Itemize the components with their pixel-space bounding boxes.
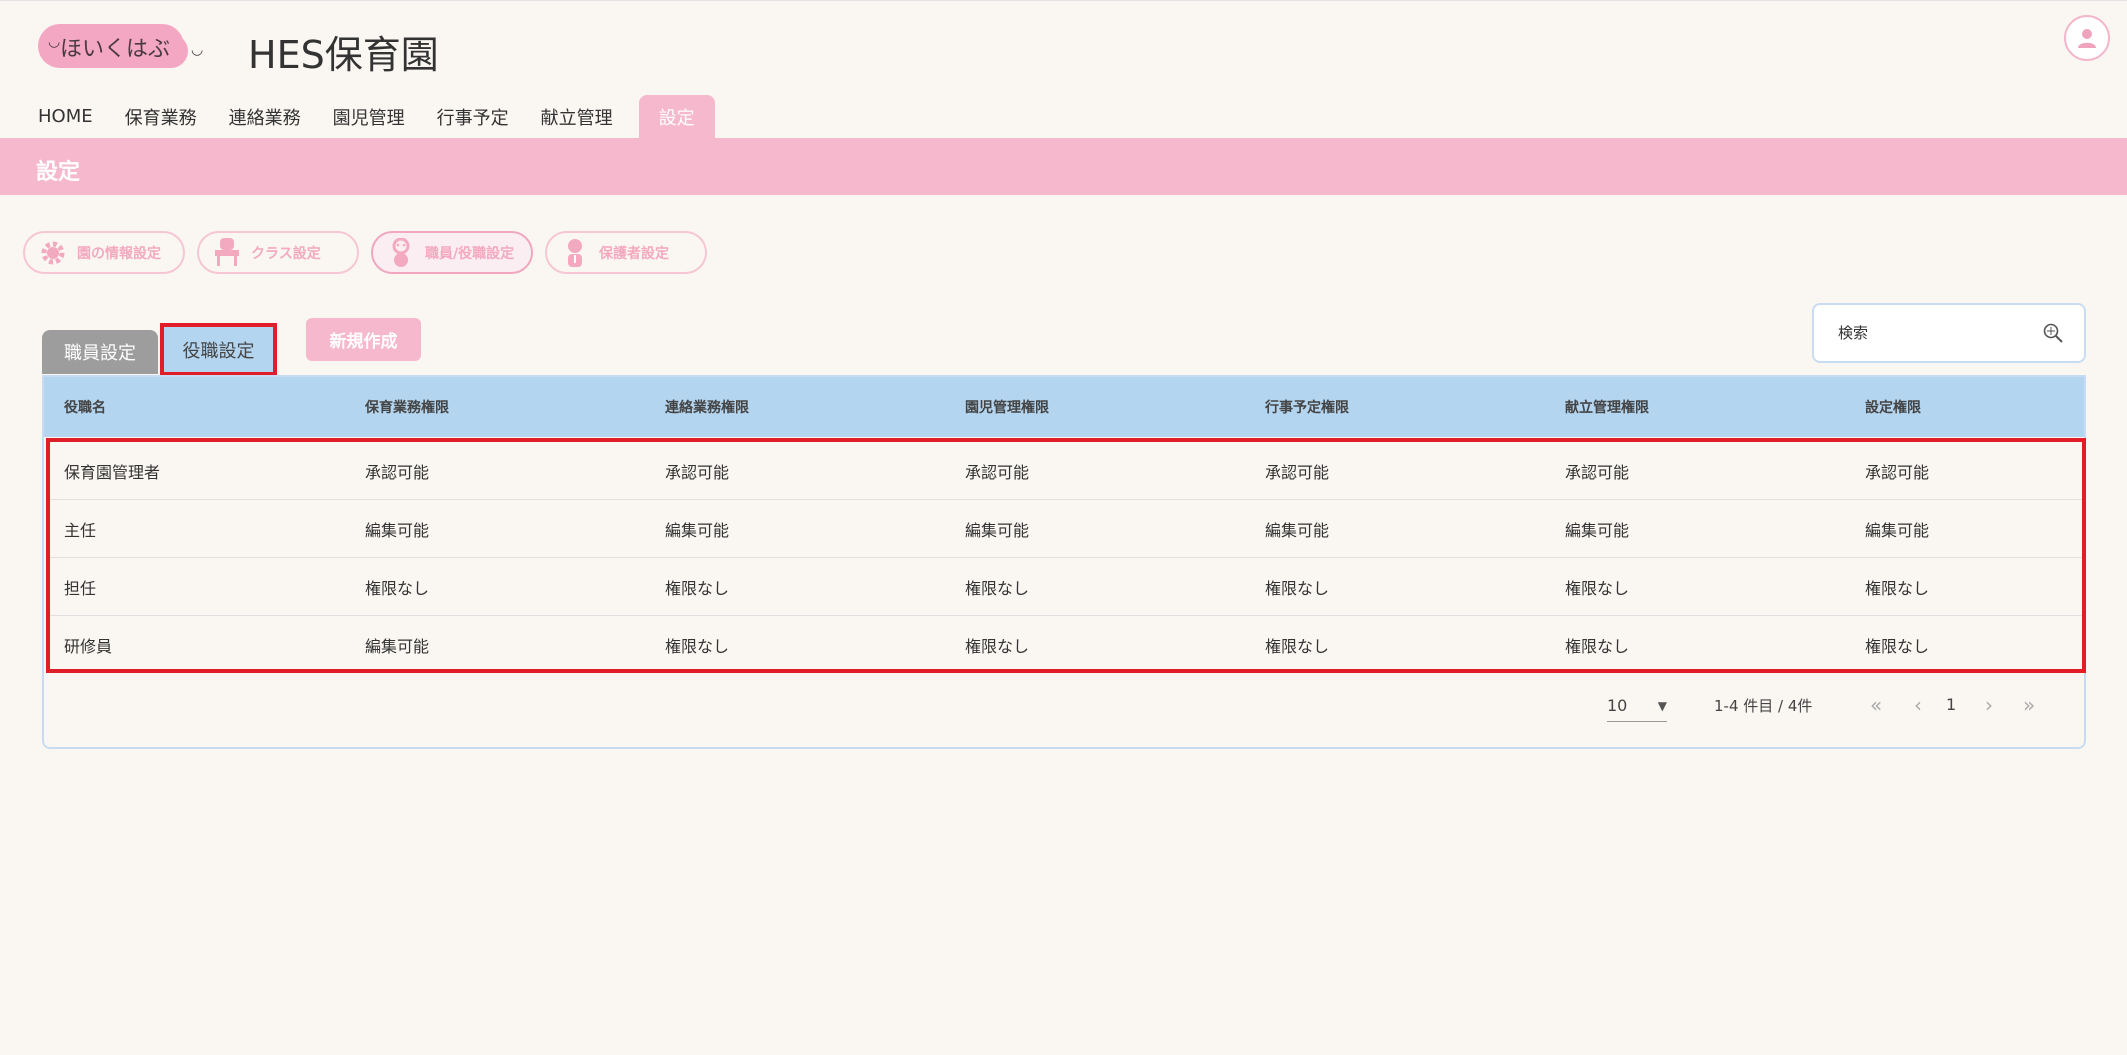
cell-permission: 編集可能 [365, 637, 430, 656]
cell-permission: 権限なし [1865, 578, 1930, 598]
role-table: 役職名 保育業務権限 連絡業務権限 園児管理権限 行事予定権限 献立管理権限 設… [42, 375, 2086, 749]
table-body: 保育園管理者 承認可能 承認可能 承認可能 承認可能 承認可能 承認可能 主任 … [46, 438, 2086, 673]
cell-permission: 編集可能 [965, 520, 1030, 540]
cell-permission: 権限なし [665, 637, 730, 656]
cell-permission: 承認可能 [965, 462, 1030, 482]
nav-home[interactable]: HOME [22, 95, 109, 138]
table-header: 役職名 保育業務権限 連絡業務権限 園児管理権限 行事予定権限 献立管理権限 設… [44, 377, 2084, 437]
nav-communication[interactable]: 連絡業務 [213, 95, 317, 138]
nav-settings[interactable]: 設定 [638, 95, 715, 138]
pill-staff-role-settings[interactable]: 職員/役職設定 [371, 231, 533, 274]
tab-role-settings[interactable]: 役職設定 [160, 323, 277, 376]
page-title-band [0, 138, 2127, 195]
logo-smile-right: ◡ [191, 42, 204, 58]
header-childcare-permission: 保育業務権限 [365, 400, 449, 416]
cell-permission: 編集可能 [1865, 520, 1930, 540]
user-icon [2078, 29, 2096, 48]
header-events-permission: 行事予定権限 [1265, 400, 1349, 416]
cell-role-name: 主任 [64, 520, 97, 540]
nav-menu[interactable]: 献立管理 [525, 95, 629, 138]
table-row[interactable]: 主任 編集可能 編集可能 編集可能 編集可能 編集可能 編集可能 [50, 500, 2082, 558]
guardian-icon [561, 238, 589, 267]
logo-smile-left: ◡ [48, 34, 61, 50]
pill-facility-settings[interactable]: 園の情報設定 [23, 231, 185, 274]
pill-label: 職員/役職設定 [425, 245, 515, 262]
cell-permission: 承認可能 [1265, 462, 1330, 482]
cell-permission: 権限なし [1265, 637, 1330, 656]
search-box [1812, 303, 2086, 363]
logo-text: ほいくはぶ [60, 37, 171, 62]
cell-permission: 編集可能 [1565, 520, 1630, 540]
gear-icon [39, 239, 67, 267]
current-page[interactable]: 1 [1946, 695, 1956, 714]
table-row[interactable]: 保育園管理者 承認可能 承認可能 承認可能 承認可能 承認可能 承認可能 [50, 442, 2082, 500]
header-menu-permission: 献立管理権限 [1565, 400, 1649, 416]
cell-permission: 編集可能 [1265, 520, 1330, 540]
cell-permission: 権限なし [1865, 637, 1930, 656]
pill-guardian-settings[interactable]: 保護者設定 [545, 231, 707, 274]
cell-role-name: 研修員 [64, 637, 113, 656]
logo[interactable]: ◡ ほいくはぶ ◡ [38, 24, 203, 68]
pill-label: クラス設定 [251, 245, 321, 262]
tab-staff-settings[interactable]: 職員設定 [42, 330, 158, 374]
chevron-down-icon: ▼ [1657, 698, 1667, 713]
settings-category-pills: 園の情報設定 クラス設定 職員/役職設定 保護者設定 [23, 231, 707, 274]
nav-childcare[interactable]: 保育業務 [109, 95, 213, 138]
cell-permission: 承認可能 [665, 462, 730, 482]
cell-permission: 権限なし [665, 578, 730, 598]
table-row[interactable]: 担任 権限なし 権限なし 権限なし 権限なし 権限なし 権限なし [50, 558, 2082, 616]
create-new-button[interactable]: 新規作成 [306, 318, 421, 361]
pill-class-settings[interactable]: クラス設定 [197, 231, 359, 274]
search-input[interactable] [1838, 324, 2042, 342]
pill-label: 保護者設定 [599, 245, 669, 262]
cell-permission: 権限なし [1565, 637, 1630, 656]
cell-permission: 編集可能 [365, 520, 430, 540]
page-title: 設定 [36, 160, 81, 185]
nav-children[interactable]: 園児管理 [317, 95, 421, 138]
rows-per-page-value: 10 [1607, 696, 1628, 715]
last-page-icon[interactable]: » [2023, 693, 2035, 717]
cell-role-name: 保育園管理者 [64, 462, 161, 482]
cell-permission: 権限なし [1265, 578, 1330, 598]
search-icon[interactable] [2042, 322, 2064, 344]
top-divider [0, 0, 2127, 1]
staff-icon [387, 237, 415, 267]
user-account-button[interactable] [2064, 15, 2110, 61]
next-page-icon[interactable]: › [1985, 693, 1993, 717]
cell-permission: 承認可能 [1565, 462, 1630, 482]
site-title: HES保育園 [248, 33, 439, 77]
cell-permission: 権限なし [965, 578, 1030, 598]
cell-permission: 編集可能 [665, 520, 730, 540]
header-settings-permission: 設定権限 [1865, 400, 1921, 416]
cell-permission: 承認可能 [365, 462, 430, 482]
cell-permission: 権限なし [1565, 578, 1630, 598]
pill-label: 園の情報設定 [77, 245, 161, 262]
header-communication-permission: 連絡業務権限 [665, 400, 749, 416]
header-role-name: 役職名 [64, 400, 106, 416]
cell-permission: 承認可能 [1865, 462, 1930, 482]
rows-per-page-select[interactable]: 10 ▼ [1607, 690, 1667, 722]
header-children-permission: 園児管理権限 [965, 400, 1049, 416]
prev-page-icon[interactable]: ‹ [1914, 693, 1922, 717]
main-nav: HOME 保育業務 連絡業務 園児管理 行事予定 献立管理 設定 [22, 95, 715, 138]
nav-events[interactable]: 行事予定 [421, 95, 525, 138]
cell-permission: 権限なし [965, 637, 1030, 656]
first-page-icon[interactable]: « [1870, 693, 1882, 717]
desk-icon [213, 237, 241, 267]
pagination-info: 1-4 件目 / 4件 [1714, 697, 1813, 715]
cell-permission: 権限なし [365, 578, 430, 598]
table-row[interactable]: 研修員 編集可能 権限なし 権限なし 権限なし 権限なし 権限なし [50, 616, 2082, 674]
cell-role-name: 担任 [64, 578, 97, 598]
